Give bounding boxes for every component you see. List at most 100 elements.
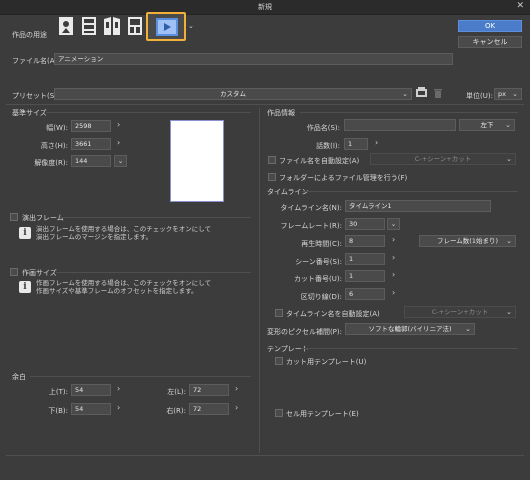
- timeline-autoname-dropdown[interactable]: C-+シーン+カット ⌄: [404, 306, 516, 318]
- frame-rate-input[interactable]: 30: [345, 218, 385, 230]
- episode-input[interactable]: 1: [344, 138, 368, 150]
- title-bar: 新規 ✕: [0, 0, 530, 15]
- chevron-right-icon[interactable]: ›: [117, 138, 120, 147]
- height-input[interactable]: 3661: [71, 138, 111, 150]
- cancel-button[interactable]: キャンセル: [458, 36, 522, 48]
- interpolation-dropdown[interactable]: ソフトな輪郭(バイリニア法) ⌄: [345, 323, 475, 335]
- margin-top-input[interactable]: 54: [71, 384, 111, 396]
- file-autoname-checkbox[interactable]: [268, 156, 276, 164]
- frame-rate-label: フレームレート(R):: [280, 222, 342, 230]
- folder-management-checkbox[interactable]: [268, 173, 276, 181]
- close-icon[interactable]: ✕: [516, 1, 524, 11]
- work-size-checkbox[interactable]: [10, 268, 18, 276]
- chevron-right-icon[interactable]: ›: [117, 384, 120, 393]
- scene-number-input[interactable]: 1: [345, 253, 385, 265]
- timeline-name-input[interactable]: タイムライン1: [345, 200, 491, 212]
- bottom-divider: [6, 455, 524, 456]
- work-title-input[interactable]: [344, 119, 456, 131]
- work-size-label: 作画サイズ: [22, 269, 57, 277]
- filename-label: ファイル名(A):: [12, 57, 60, 65]
- margin-top-label: 上(T):: [48, 388, 68, 396]
- frame-desc-2: 演出フレームのマージンを指定します。: [36, 233, 153, 241]
- chevron-right-icon[interactable]: ›: [375, 138, 378, 147]
- animation-icon: [156, 18, 178, 38]
- delete-preset-icon[interactable]: [433, 87, 443, 99]
- column-divider: [259, 108, 260, 453]
- duration-unit-value: フレーム数(1始まり): [436, 237, 498, 245]
- unit-dropdown[interactable]: px ⌄: [494, 88, 522, 100]
- chevron-right-icon[interactable]: ›: [235, 384, 238, 393]
- preset-dropdown[interactable]: カスタム ⌄: [54, 88, 412, 100]
- margin-right-input[interactable]: 72: [189, 403, 229, 415]
- resolution-chevron-down-icon[interactable]: ⌄: [114, 155, 127, 167]
- cut-number-label: カット番号(U):: [294, 275, 342, 283]
- chevron-down-icon: ⌄: [505, 121, 511, 129]
- margin-bottom-input[interactable]: 54: [71, 403, 111, 415]
- cut-mark-input[interactable]: 6: [345, 288, 385, 300]
- save-preset-icon[interactable]: [415, 87, 428, 99]
- divider: [6, 104, 524, 105]
- unit-label: 単位(U):: [466, 92, 493, 100]
- height-label: 高さ(H):: [40, 142, 68, 150]
- preset-value: カスタム: [220, 90, 246, 98]
- chevron-right-icon[interactable]: ›: [235, 403, 238, 412]
- resolution-input[interactable]: 144: [71, 155, 111, 167]
- file-autoname-value: C-+シーン+カット: [414, 155, 472, 163]
- section-rule: [46, 112, 251, 113]
- timeline-autoname-label: タイムライン名を自動設定(A): [286, 310, 380, 318]
- animation-usage-button[interactable]: [146, 12, 186, 41]
- illustration-icon[interactable]: [56, 15, 76, 37]
- base-size-section-title: 基準サイズ: [12, 109, 47, 117]
- width-input[interactable]: 2598: [71, 120, 111, 132]
- print-icon[interactable]: [125, 15, 145, 37]
- usage-label: 作品の用途: [12, 31, 47, 39]
- chevron-down-icon: ⌄: [512, 90, 518, 98]
- info-icon: i: [19, 281, 31, 293]
- cut-template-checkbox[interactable]: [275, 357, 283, 365]
- folder-management-label: フォルダーによるファイル管理を行う(F): [279, 174, 408, 182]
- chevron-right-icon[interactable]: ›: [392, 288, 395, 297]
- work-size-desc-1: 作画フレームを使用する場合は、このチェックをオンにして: [36, 279, 212, 287]
- margin-bottom-label: 下(B):: [48, 407, 68, 415]
- duration-label: 再生時間(C):: [301, 240, 342, 248]
- work-title-label: 作品名(S):: [306, 124, 340, 132]
- duration-unit-dropdown[interactable]: フレーム数(1始まり) ⌄: [419, 235, 516, 247]
- chevron-right-icon[interactable]: ›: [117, 120, 120, 129]
- template-section-title: テンプレート: [267, 345, 309, 353]
- duration-input[interactable]: 8: [345, 235, 385, 247]
- margin-left-input[interactable]: 72: [189, 384, 229, 396]
- chevron-right-icon[interactable]: ›: [392, 253, 395, 262]
- file-autoname-dropdown[interactable]: C-+シーン+カット ⌄: [370, 153, 516, 165]
- chevron-right-icon[interactable]: ›: [117, 403, 120, 412]
- work-size-desc-2: 作画サイズや基準フレームのオフセットを指定します。: [36, 287, 198, 295]
- webtoon-icon[interactable]: [79, 15, 99, 37]
- comic-icon[interactable]: [102, 15, 122, 37]
- ok-button[interactable]: OK: [458, 20, 522, 32]
- episode-label: 話数(I):: [316, 142, 340, 150]
- filename-input[interactable]: アニメーション: [54, 53, 453, 65]
- chevron-down-icon: ⌄: [465, 325, 471, 333]
- cut-mark-label: 区切り線(D):: [300, 293, 342, 301]
- cel-template-label: セル用テンプレート(E): [286, 410, 359, 418]
- timeline-autoname-value: C-+シーン+カット: [431, 308, 489, 316]
- usage-chevron-icon[interactable]: ⌄: [188, 22, 194, 30]
- frame-rate-chevron-down-icon[interactable]: ⌄: [387, 218, 400, 230]
- chevron-right-icon[interactable]: ›: [392, 235, 395, 244]
- chevron-down-icon: ⌄: [506, 237, 512, 245]
- timeline-autoname-checkbox[interactable]: [275, 309, 283, 317]
- cut-number-input[interactable]: 1: [345, 270, 385, 282]
- chevron-down-icon: ⌄: [506, 155, 512, 163]
- frame-checkbox[interactable]: [10, 213, 18, 221]
- width-label: 幅(W):: [46, 124, 68, 132]
- timeline-name-label: タイムライン名(N):: [280, 204, 342, 212]
- scene-number-label: シーン番号(S):: [295, 258, 342, 266]
- cut-template-label: カット用テンプレート(U): [286, 358, 367, 366]
- timeline-section-title: タイムライン: [267, 188, 309, 196]
- file-autoname-label: ファイル名を自動設定(A): [279, 157, 360, 165]
- frame-desc-1: 演出フレームを使用する場合は、このチェックをオンにして: [36, 225, 212, 233]
- section-rule: [302, 348, 518, 349]
- title-position-dropdown[interactable]: 左下 ⌄: [459, 119, 515, 131]
- margin-section-title: 余白: [12, 373, 26, 381]
- chevron-right-icon[interactable]: ›: [392, 270, 395, 279]
- cel-template-checkbox[interactable]: [275, 409, 283, 417]
